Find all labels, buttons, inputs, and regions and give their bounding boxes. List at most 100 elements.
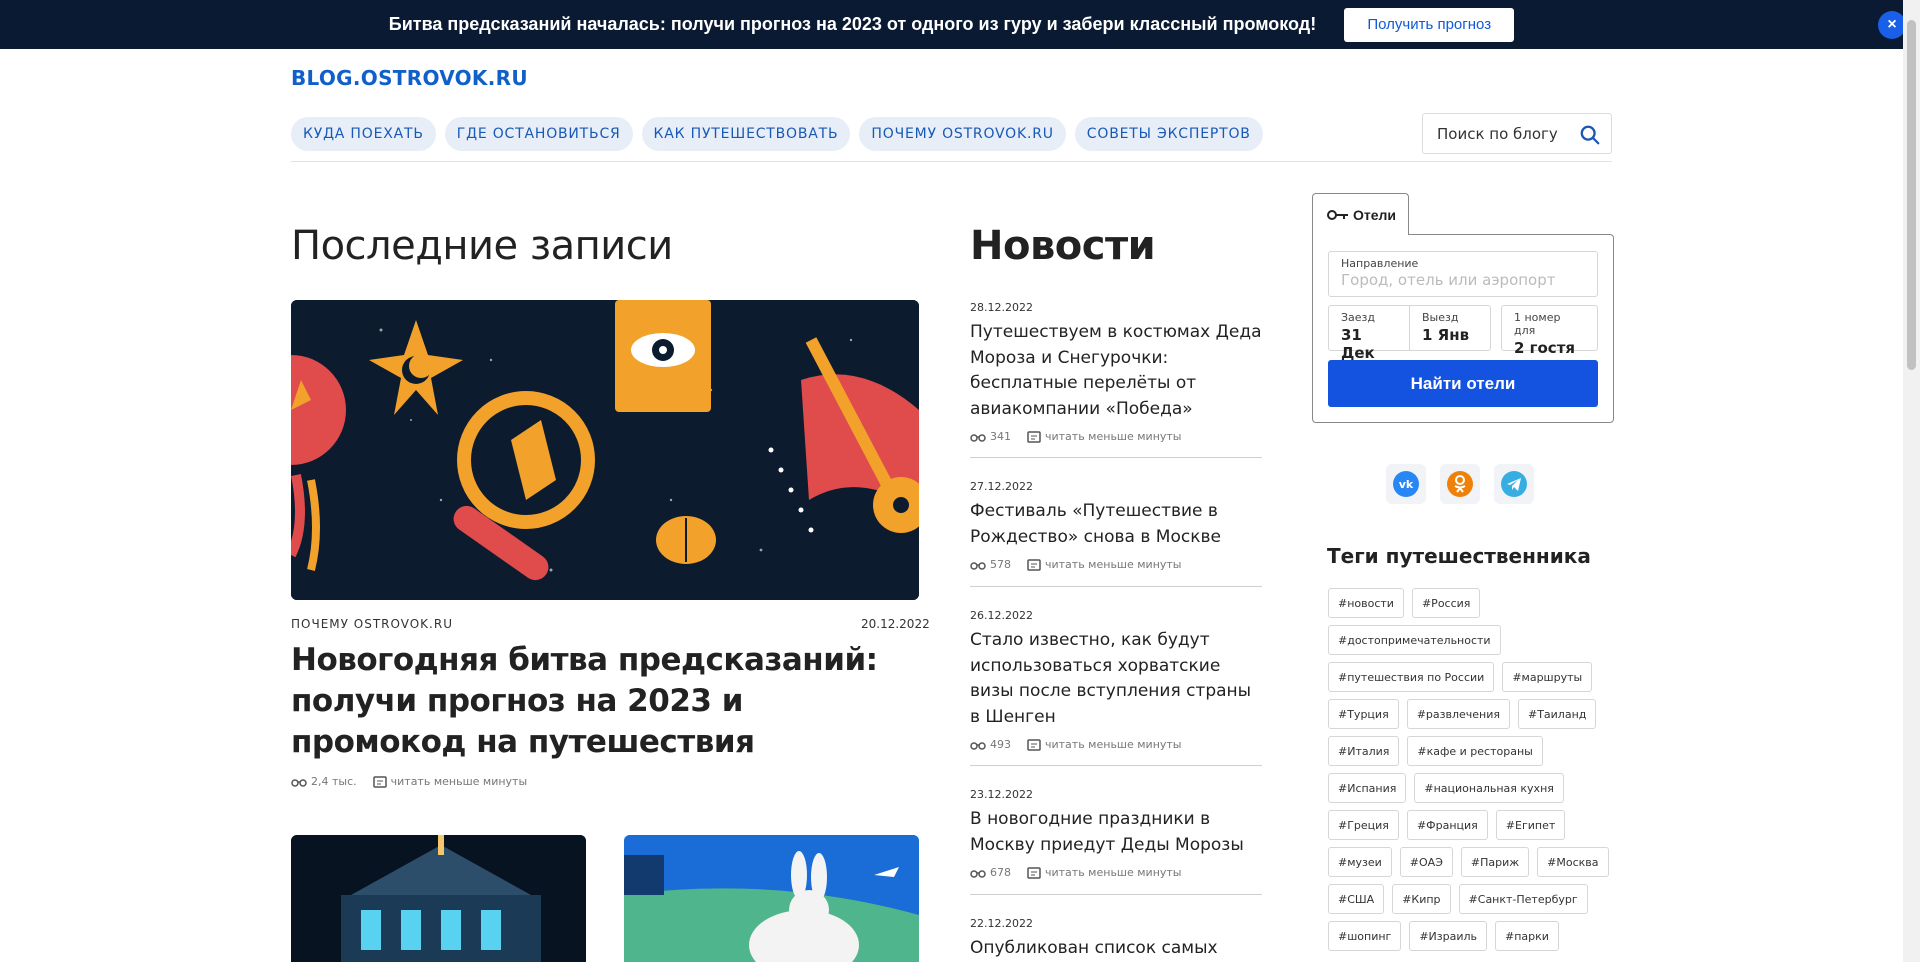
vk-icon[interactable]: vk — [1386, 464, 1426, 504]
tag[interactable]: #Турция — [1328, 699, 1399, 729]
checkout-label: Выезд — [1422, 311, 1459, 324]
news-meta: 678 читать меньше минуты — [970, 866, 1262, 879]
site-logo[interactable]: BLOG.OSTROVOK.RU — [291, 66, 528, 90]
find-hotels-button[interactable]: Найти отели — [1328, 360, 1598, 407]
news-title[interactable]: В новогодние праздники в Москву приедут … — [970, 807, 1262, 858]
tag[interactable]: #маршруты — [1502, 662, 1593, 692]
read-time: читать меньше минуты — [1045, 866, 1182, 879]
destination-field[interactable]: Направление Город, отель или аэропорт — [1328, 251, 1598, 297]
tag[interactable]: #шопинг — [1328, 921, 1402, 951]
social-links: vk — [1386, 464, 1534, 504]
tag[interactable]: #Санкт-Петербург — [1458, 884, 1588, 914]
tag[interactable]: #новости — [1328, 588, 1404, 618]
views-icon — [970, 433, 986, 442]
post-date: 20.12.2022 — [861, 617, 930, 631]
tag[interactable]: #Италия — [1328, 736, 1400, 766]
views-count: 578 — [990, 558, 1011, 571]
tag[interactable]: #достопримечательности — [1328, 625, 1501, 655]
news-date: 26.12.2022 — [970, 609, 1033, 622]
page-scrollbar[interactable] — [1903, 0, 1920, 962]
news-meta: 493 читать меньше минуты — [970, 738, 1262, 751]
news-item: 26.12.2022 Стало известно, как будут исп… — [970, 609, 1262, 751]
scrollbar-thumb[interactable] — [1907, 20, 1916, 370]
views-icon — [970, 869, 986, 878]
tag[interactable]: #Египет — [1495, 810, 1566, 840]
read-time: читать меньше минуты — [1045, 430, 1182, 443]
tab-label: Отели — [1353, 206, 1397, 223]
views-icon — [291, 778, 307, 787]
tag[interactable]: #Греция — [1328, 810, 1399, 840]
news-item: 28.12.2022 Путешествуем в костюмах Деда … — [970, 301, 1262, 443]
views-icon — [970, 741, 986, 750]
search-input[interactable] — [1437, 124, 1577, 143]
news-heading: Новости — [970, 223, 1156, 269]
news-title[interactable]: Фестиваль «Путешествие в Рождество» снов… — [970, 499, 1262, 550]
post-meta: 2,4 тыс. читать меньше минуты — [291, 775, 543, 788]
svg-text:vk: vk — [1399, 478, 1414, 491]
news-title[interactable]: Опубликован список самых — [970, 936, 1262, 962]
news-title[interactable]: Путешествуем в костюмах Деда Мороза и Сн… — [970, 320, 1262, 422]
main-nav: КУДА ПОЕХАТЬ ГДЕ ОСТАНОВИТЬСЯ КАК ПУТЕШЕ… — [291, 117, 1263, 151]
promo-text: Битва предсказаний началась: получи прог… — [388, 14, 1317, 34]
tag[interactable]: #путешествия по России — [1328, 662, 1495, 692]
tag[interactable]: #Кипр — [1392, 884, 1451, 914]
guests-field[interactable]: 1 номер для 2 гостя — [1501, 305, 1598, 357]
nav-item-where-to-stay[interactable]: ГДЕ ОСТАНОВИТЬСЯ — [444, 117, 633, 151]
news-date: 28.12.2022 — [970, 301, 1033, 314]
news-date: 22.12.2022 — [970, 917, 1033, 930]
tag[interactable]: #США — [1328, 884, 1385, 914]
tag[interactable]: #кафе и рестораны — [1407, 736, 1543, 766]
post-card-image[interactable] — [624, 835, 919, 962]
news-title[interactable]: Стало известно, как будут использоваться… — [970, 628, 1262, 730]
views-count: 678 — [990, 866, 1011, 879]
views-count: 2,4 тыс. — [311, 775, 357, 788]
read-time: читать меньше минуты — [1045, 558, 1182, 571]
tag[interactable]: #развлечения — [1406, 699, 1510, 729]
nav-item-how-to-travel[interactable]: КАК ПУТЕШЕСТВОВАТЬ — [641, 117, 851, 151]
featured-post-title[interactable]: Новогодняя битва предсказаний: получи пр… — [291, 640, 921, 763]
news-divider — [970, 894, 1262, 895]
tag[interactable]: #Россия — [1411, 588, 1481, 618]
telegram-icon[interactable] — [1494, 464, 1534, 504]
tag[interactable]: #музеи — [1328, 847, 1392, 877]
post-card-image[interactable] — [291, 835, 586, 962]
tag[interactable]: #парки — [1495, 921, 1559, 951]
nav-item-why-ostrovok[interactable]: ПОЧЕМУ OSTROVOK.RU — [859, 117, 1066, 151]
news-meta: 341 читать меньше минуты — [970, 430, 1262, 443]
read-time: читать меньше минуты — [1045, 738, 1182, 751]
views-count: 341 — [990, 430, 1011, 443]
get-forecast-button[interactable]: Получить прогноз — [1344, 7, 1515, 42]
news-date: 23.12.2022 — [970, 788, 1033, 801]
tag[interactable]: #Израиль — [1409, 921, 1488, 951]
destination-label: Направление — [1341, 257, 1419, 270]
read-time-icon — [1027, 866, 1041, 879]
tag[interactable]: #Испания — [1328, 773, 1407, 803]
checkout-field[interactable]: Выезд 1 Янв — [1409, 305, 1491, 351]
read-time-icon — [372, 775, 387, 788]
tag[interactable]: #Франция — [1406, 810, 1488, 840]
tag[interactable]: #Москва — [1537, 847, 1609, 877]
tag[interactable]: #национальная кухня — [1414, 773, 1564, 803]
nav-item-where-to-go[interactable]: КУДА ПОЕХАТЬ — [291, 117, 436, 151]
checkin-field[interactable]: Заезд 31 Дек — [1328, 305, 1410, 362]
read-time: читать меньше минуты — [390, 775, 528, 788]
tag[interactable]: #Таиланд — [1517, 699, 1597, 729]
tag[interactable]: #ОАЭ — [1399, 847, 1453, 877]
destination-placeholder: Город, отель или аэропорт — [1341, 271, 1556, 289]
tag[interactable]: #Париж — [1460, 847, 1530, 877]
read-time-icon — [1027, 738, 1041, 751]
tags-heading: Теги путешественника — [1327, 544, 1591, 568]
views-count: 493 — [990, 738, 1011, 751]
nav-item-expert-tips[interactable]: СОВЕТЫ ЭКСПЕРТОВ — [1074, 117, 1263, 151]
featured-post-image[interactable] — [291, 300, 919, 600]
close-icon[interactable]: × — [1878, 11, 1906, 39]
news-divider — [970, 765, 1262, 766]
checkin-label: Заезд — [1341, 311, 1376, 324]
checkin-value: 31 Дек — [1341, 326, 1375, 362]
tab-hotels[interactable]: Отели — [1312, 193, 1409, 235]
news-item: 22.12.2022 Опубликован список самых — [970, 917, 1262, 962]
search-icon[interactable] — [1579, 124, 1601, 146]
read-time-icon — [1027, 558, 1041, 571]
post-category[interactable]: ПОЧЕМУ OSTROVOK.RU — [291, 617, 453, 631]
odnoklassniki-icon[interactable] — [1440, 464, 1480, 504]
